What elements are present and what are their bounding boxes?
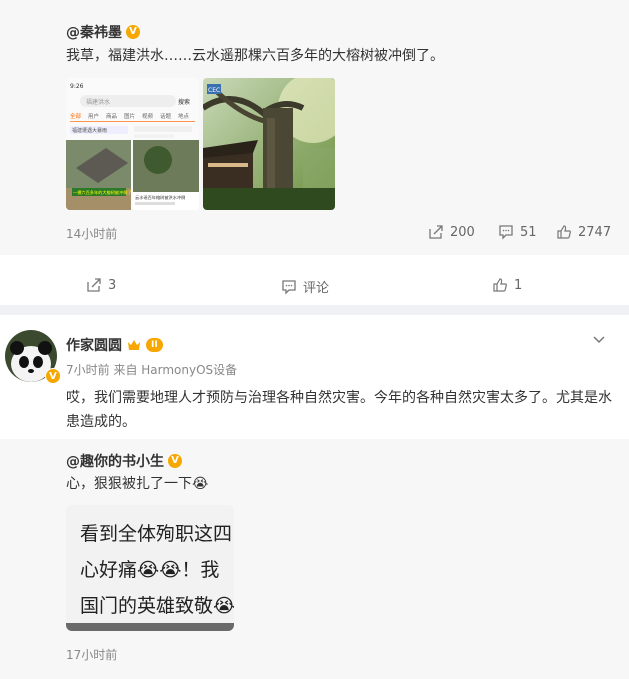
thumbs-up-icon bbox=[492, 277, 508, 293]
thumbs-up-icon bbox=[556, 224, 572, 240]
repost-comment-count: 51 bbox=[520, 224, 537, 240]
quoted-author[interactable]: @趣你的书小生 bbox=[66, 451, 164, 471]
screenshot-search-btn: 搜索 bbox=[178, 98, 190, 106]
comment-icon bbox=[281, 279, 297, 295]
screenshot-tab: 用户 bbox=[88, 112, 99, 120]
top-strip bbox=[0, 0, 629, 10]
repost-like-count: 2747 bbox=[578, 224, 612, 240]
repost-repost-count: 200 bbox=[450, 224, 475, 240]
repost-text: 我草，福建洪水……云水遥那棵六百多年的大榕树被冲倒了。 bbox=[66, 48, 444, 64]
comment-author[interactable]: 作家圆圆 bbox=[66, 335, 122, 355]
screenshot-search: 福建洪水 bbox=[86, 98, 110, 106]
repost-image-1[interactable]: 9:26 福建洪水 搜索 全部 用户 商品 图片 视频 话题 地点 福建遭遇大暴雨 一棵六百… bbox=[66, 78, 199, 210]
quoted-text-line: 心，狠狠被扎了一下😭 bbox=[66, 472, 208, 496]
screenshot-caption-1: 一棵六百多年的大榕树被冲倒了 bbox=[73, 189, 132, 196]
screenshot-tab: 图片 bbox=[124, 112, 135, 120]
action-repost[interactable]: 3 bbox=[86, 277, 116, 293]
action-like[interactable]: 1 bbox=[492, 277, 522, 293]
screenshot-chip: 福建遭遇大暴雨 bbox=[72, 127, 107, 134]
avatar-verified-icon: V bbox=[45, 368, 61, 384]
screenshot-tab: 话题 bbox=[160, 112, 172, 120]
comment-meta: 7小时前 来自 HarmonyOS设备 bbox=[66, 363, 238, 377]
verified-badge-icon: V bbox=[126, 25, 140, 39]
repost-comment-stat[interactable]: 51 bbox=[498, 224, 537, 240]
action-comment[interactable]: 评论 bbox=[281, 277, 329, 296]
comment-icon bbox=[498, 224, 514, 240]
repost-time: 14小时前 bbox=[66, 227, 118, 241]
repost-author-line: @秦祎墨 V bbox=[66, 22, 140, 42]
screenshot-caption-2: 云水谣百年榕树被洪水冲倒 bbox=[135, 194, 185, 201]
crying-emoji-icon: 😭 bbox=[192, 476, 209, 492]
repost-repost-stat[interactable]: 200 bbox=[428, 224, 475, 240]
repost-author[interactable]: @秦祎墨 bbox=[66, 22, 122, 42]
repost-image-2[interactable]: CEC bbox=[203, 78, 335, 210]
repost-like-stat[interactable]: 2747 bbox=[556, 224, 611, 240]
quoted-author-line: @趣你的书小生 V bbox=[66, 451, 182, 471]
screenshot-tab: 全部 bbox=[70, 112, 82, 120]
section-gap bbox=[0, 305, 629, 315]
quoted-text: 心，狠狠被扎了一下 bbox=[66, 476, 192, 492]
comment-author-line: 作家圆圆 II bbox=[66, 335, 163, 355]
quoted-image[interactable]: 看到全体殉职这四 心好痛😭😭！我 国门的英雄致敬😭 bbox=[66, 505, 234, 631]
quoted-image-bottom-bar bbox=[66, 623, 234, 631]
photo-tag: CEC bbox=[208, 87, 220, 94]
level-badge: II bbox=[146, 338, 163, 352]
quoted-image-line-2: 心好痛😭😭！我 bbox=[80, 559, 220, 581]
verified-badge-icon: V bbox=[168, 454, 182, 468]
share-icon bbox=[86, 277, 102, 293]
crown-icon bbox=[127, 336, 141, 355]
quoted-image-line-3: 国门的英雄致敬😭 bbox=[80, 595, 234, 617]
comment-text: 哎，我们需要地理人才预防与治理各种自然灾害。今年的各种自然灾害太多了。尤其是水患… bbox=[66, 390, 612, 430]
action-repost-count: 3 bbox=[108, 277, 117, 293]
screenshot-time: 9:26 bbox=[70, 83, 84, 90]
share-icon bbox=[428, 224, 444, 240]
action-comment-label: 评论 bbox=[303, 281, 330, 296]
comment-menu-chevron-icon[interactable] bbox=[592, 330, 606, 349]
screenshot-tab: 视频 bbox=[142, 112, 154, 120]
quoted-time: 17小时前 bbox=[66, 648, 118, 662]
screenshot-tab: 商品 bbox=[106, 112, 118, 120]
screenshot-tab: 地点 bbox=[178, 112, 190, 120]
quoted-image-line-1: 看到全体殉职这四 bbox=[80, 523, 233, 545]
action-like-count: 1 bbox=[514, 277, 523, 293]
